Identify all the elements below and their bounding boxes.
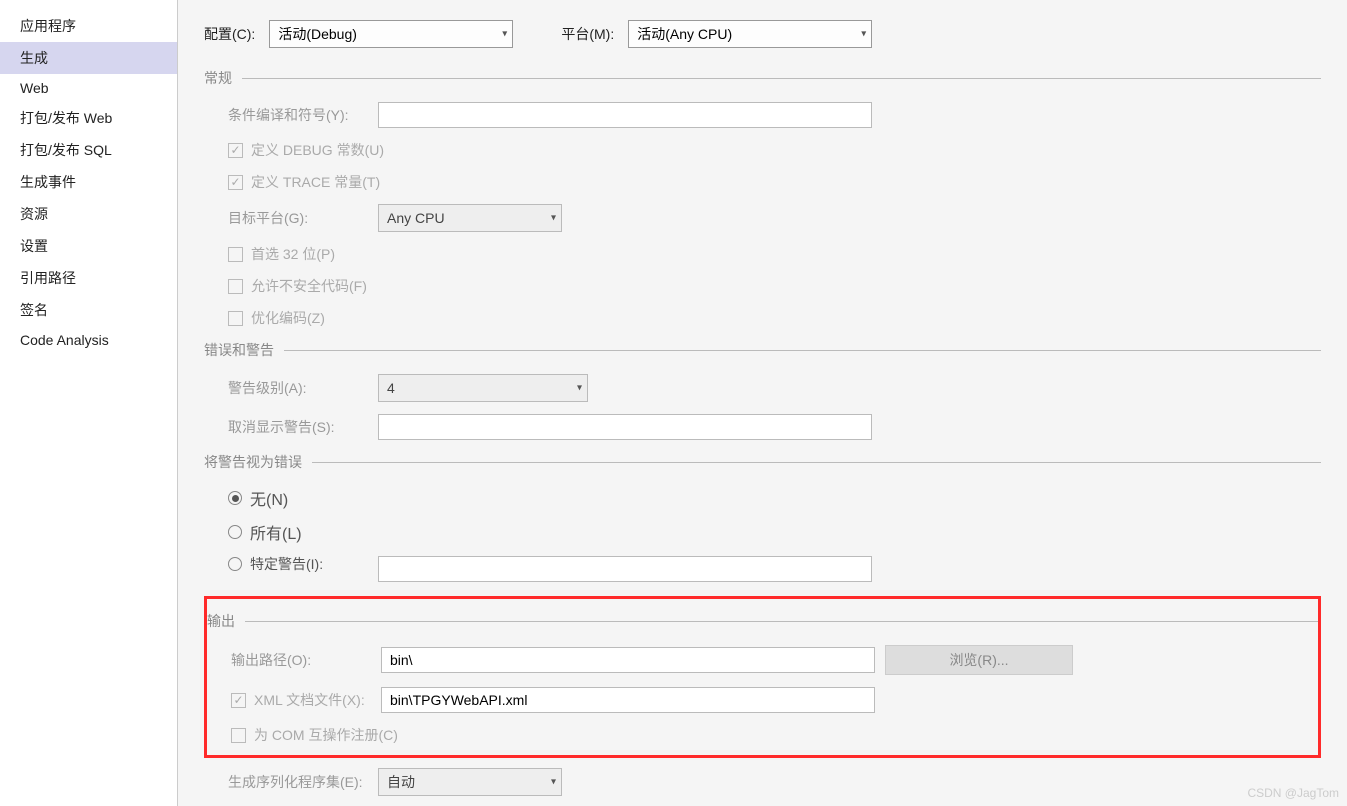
com-register-checkbox[interactable]: 为 COM 互操作注册(C) — [231, 725, 398, 745]
xml-doc-checkbox[interactable]: XML 文档文件(X): — [231, 690, 381, 710]
cond-symbols-input[interactable] — [378, 102, 872, 128]
define-debug-label: 定义 DEBUG 常数(U) — [251, 140, 384, 160]
sidebar-item-settings[interactable]: 设置 — [0, 230, 177, 262]
allow-unsafe-checkbox[interactable]: 允许不安全代码(F) — [228, 276, 367, 296]
divider — [242, 78, 1321, 79]
sidebar-item-resources[interactable]: 资源 — [0, 198, 177, 230]
sidebar-item-sign[interactable]: 签名 — [0, 294, 177, 326]
section-warn-as-err-title: 将警告视为错误 — [204, 452, 302, 472]
highlight-box: 输出 输出路径(O): 浏览(R)... XML 文档文件(X): — [204, 596, 1321, 758]
section-output-title: 输出 — [207, 611, 235, 631]
define-debug-checkbox[interactable]: 定义 DEBUG 常数(U) — [228, 140, 384, 160]
warn-none-label: 无(N) — [250, 486, 288, 510]
optimize-checkbox[interactable]: 优化编码(Z) — [228, 308, 325, 328]
checkbox-icon — [228, 279, 243, 294]
divider — [312, 462, 1321, 463]
sidebar-item-build-events[interactable]: 生成事件 — [0, 166, 177, 198]
section-output: 输出 输出路径(O): 浏览(R)... XML 文档文件(X): — [204, 596, 1321, 796]
platform-select[interactable]: 活动(Any CPU) — [628, 20, 872, 48]
sidebar-item-pack-web[interactable]: 打包/发布 Web — [0, 102, 177, 134]
radio-icon — [228, 525, 242, 539]
sidebar-item-app[interactable]: 应用程序 — [0, 10, 177, 42]
browse-button[interactable]: 浏览(R)... — [885, 645, 1073, 675]
allow-unsafe-label: 允许不安全代码(F) — [251, 276, 367, 296]
optimize-label: 优化编码(Z) — [251, 308, 325, 328]
checkmark-icon — [228, 143, 243, 158]
target-platform-label: 目标平台(G): — [228, 208, 378, 228]
serialize-label: 生成序列化程序集(E): — [228, 772, 378, 792]
serialize-select[interactable]: 自动 — [378, 768, 562, 796]
section-errors: 错误和警告 警告级别(A): 4 ▾ 取消显示警告(S): — [204, 340, 1321, 440]
warn-level-select[interactable]: 4 — [378, 374, 588, 402]
xml-doc-label: XML 文档文件(X): — [254, 690, 365, 710]
com-register-label: 为 COM 互操作注册(C) — [254, 725, 398, 745]
section-warn-as-err: 将警告视为错误 无(N) 所有(L) 特定警告(I): — [204, 452, 1321, 584]
warn-specific-label: 特定警告(I): — [250, 554, 323, 574]
config-label: 配置(C): — [204, 24, 255, 44]
suppress-warn-input[interactable] — [378, 414, 872, 440]
checkbox-icon — [231, 728, 246, 743]
checkmark-icon — [231, 693, 246, 708]
suppress-warn-label: 取消显示警告(S): — [228, 417, 378, 437]
xml-doc-input[interactable] — [381, 687, 875, 713]
watermark: CSDN @JagTom — [1247, 786, 1339, 800]
sidebar: 应用程序 生成 Web 打包/发布 Web 打包/发布 SQL 生成事件 资源 … — [0, 0, 178, 806]
checkmark-icon — [228, 175, 243, 190]
sidebar-item-web[interactable]: Web — [0, 74, 177, 102]
section-errors-title: 错误和警告 — [204, 340, 274, 360]
warn-level-label: 警告级别(A): — [228, 378, 378, 398]
section-general: 常规 条件编译和符号(Y): 定义 DEBUG 常数(U) 定义 TRACE 常… — [204, 68, 1321, 328]
prefer-32bit-checkbox[interactable]: 首选 32 位(P) — [228, 244, 335, 264]
config-row: 配置(C): 活动(Debug) ▾ 平台(M): 活动(Any CPU) ▾ — [204, 20, 1321, 48]
sidebar-item-code-analysis[interactable]: Code Analysis — [0, 326, 177, 354]
cond-symbols-label: 条件编译和符号(Y): — [228, 105, 378, 125]
warn-specific-input[interactable] — [378, 556, 872, 582]
platform-label: 平台(M): — [561, 24, 614, 44]
out-path-label: 输出路径(O): — [231, 650, 381, 670]
divider — [284, 350, 1321, 351]
radio-icon — [228, 557, 242, 571]
out-path-input[interactable] — [381, 647, 875, 673]
target-platform-select[interactable]: Any CPU — [378, 204, 562, 232]
warn-all-label: 所有(L) — [250, 520, 302, 544]
radio-icon — [228, 491, 242, 505]
sidebar-item-pack-sql[interactable]: 打包/发布 SQL — [0, 134, 177, 166]
prefer-32bit-label: 首选 32 位(P) — [251, 244, 335, 264]
checkbox-icon — [228, 247, 243, 262]
warn-all-radio[interactable]: 所有(L) — [228, 520, 302, 544]
divider — [245, 621, 1318, 622]
sidebar-item-refpath[interactable]: 引用路径 — [0, 262, 177, 294]
warn-specific-radio[interactable]: 特定警告(I): — [228, 554, 378, 574]
section-general-title: 常规 — [204, 68, 232, 88]
define-trace-label: 定义 TRACE 常量(T) — [251, 172, 380, 192]
sidebar-item-build[interactable]: 生成 — [0, 42, 177, 74]
config-select[interactable]: 活动(Debug) — [269, 20, 513, 48]
checkbox-icon — [228, 311, 243, 326]
define-trace-checkbox[interactable]: 定义 TRACE 常量(T) — [228, 172, 380, 192]
warn-none-radio[interactable]: 无(N) — [228, 486, 288, 510]
main-panel: 配置(C): 活动(Debug) ▾ 平台(M): 活动(Any CPU) ▾ … — [178, 0, 1347, 806]
